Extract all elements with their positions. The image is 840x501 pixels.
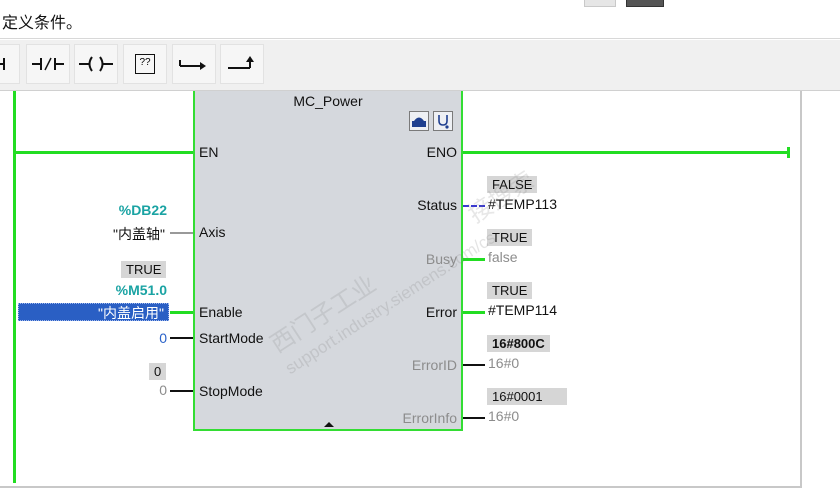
pin-errorinfo: ErrorInfo [402,410,457,426]
block-info-icon[interactable] [409,111,429,131]
axis-operand[interactable]: "内盖轴" [113,224,165,244]
enable-address: %M51.0 [115,282,167,298]
startmode-value[interactable]: 0 [159,330,167,346]
pin-en: EN [199,144,219,160]
stopmode-monitor-value: 0 [149,363,167,380]
empty-box-icon: ?? [135,54,155,74]
diagnostics-icon[interactable] [433,111,453,131]
empty-box-button[interactable]: ?? [123,44,167,84]
stopmode-value[interactable]: 0 [159,382,167,398]
pin-errorid: ErrorID [411,357,457,373]
pin-status: Status [417,197,457,213]
pin-eno: ENO [426,144,457,160]
en-rung-line [13,151,193,154]
rung-end-marker [787,147,790,158]
close-branch-icon [222,54,262,74]
empty-box-label: ?? [139,57,151,68]
enable-operand[interactable]: "内盖启用" [18,303,169,321]
contact-no-button[interactable] [0,44,20,84]
errorid-operand[interactable]: 16#0 [488,355,519,371]
busy-operand[interactable]: false [488,249,518,265]
open-branch-icon [174,54,214,74]
nc-contact-icon [28,54,68,74]
window-tab-left[interactable] [584,0,616,7]
title-bar: 定义条件。 [0,0,840,39]
condition-title: 定义条件。 [2,15,83,32]
pin-enable: Enable [199,304,243,320]
axis-address: %DB22 [118,202,167,218]
enable-wire [170,311,193,314]
axis-wire [170,232,193,234]
stopmode-wire [170,390,193,392]
eno-rung-line [463,151,789,154]
startmode-wire [170,337,193,339]
mc-power-block[interactable]: MC_Power EN Axis Enable StartMode StopMo… [193,91,463,431]
pin-axis: Axis [199,224,226,240]
open-branch-button[interactable] [172,44,216,84]
error-operand[interactable]: #TEMP114 [488,302,557,318]
error-monitor-value: TRUE [487,282,533,299]
ladder-toolbar: ?? [0,40,840,91]
pin-error: Error [425,304,457,320]
errorinfo-monitor-value: 16#0001 [487,388,567,405]
pin-stopmode: StopMode [199,383,263,399]
expand-pins-icon[interactable] [324,422,334,427]
coil-button[interactable] [74,44,118,84]
no-contact-icon [0,54,18,74]
errorinfo-operand[interactable]: 16#0 [488,408,519,424]
window-tab-right[interactable] [626,0,664,7]
enable-monitor-value: TRUE [121,261,167,278]
block-name: MC_Power [293,93,363,109]
coil-icon [76,54,116,74]
error-wire [463,311,485,314]
close-branch-button[interactable] [220,44,264,84]
errorinfo-wire [463,417,485,419]
errorid-wire [463,364,485,366]
contact-nc-button[interactable] [26,44,70,84]
left-power-rail [13,91,16,483]
pin-startmode: StartMode [199,330,264,346]
errorid-monitor-value: 16#800C [487,335,550,352]
